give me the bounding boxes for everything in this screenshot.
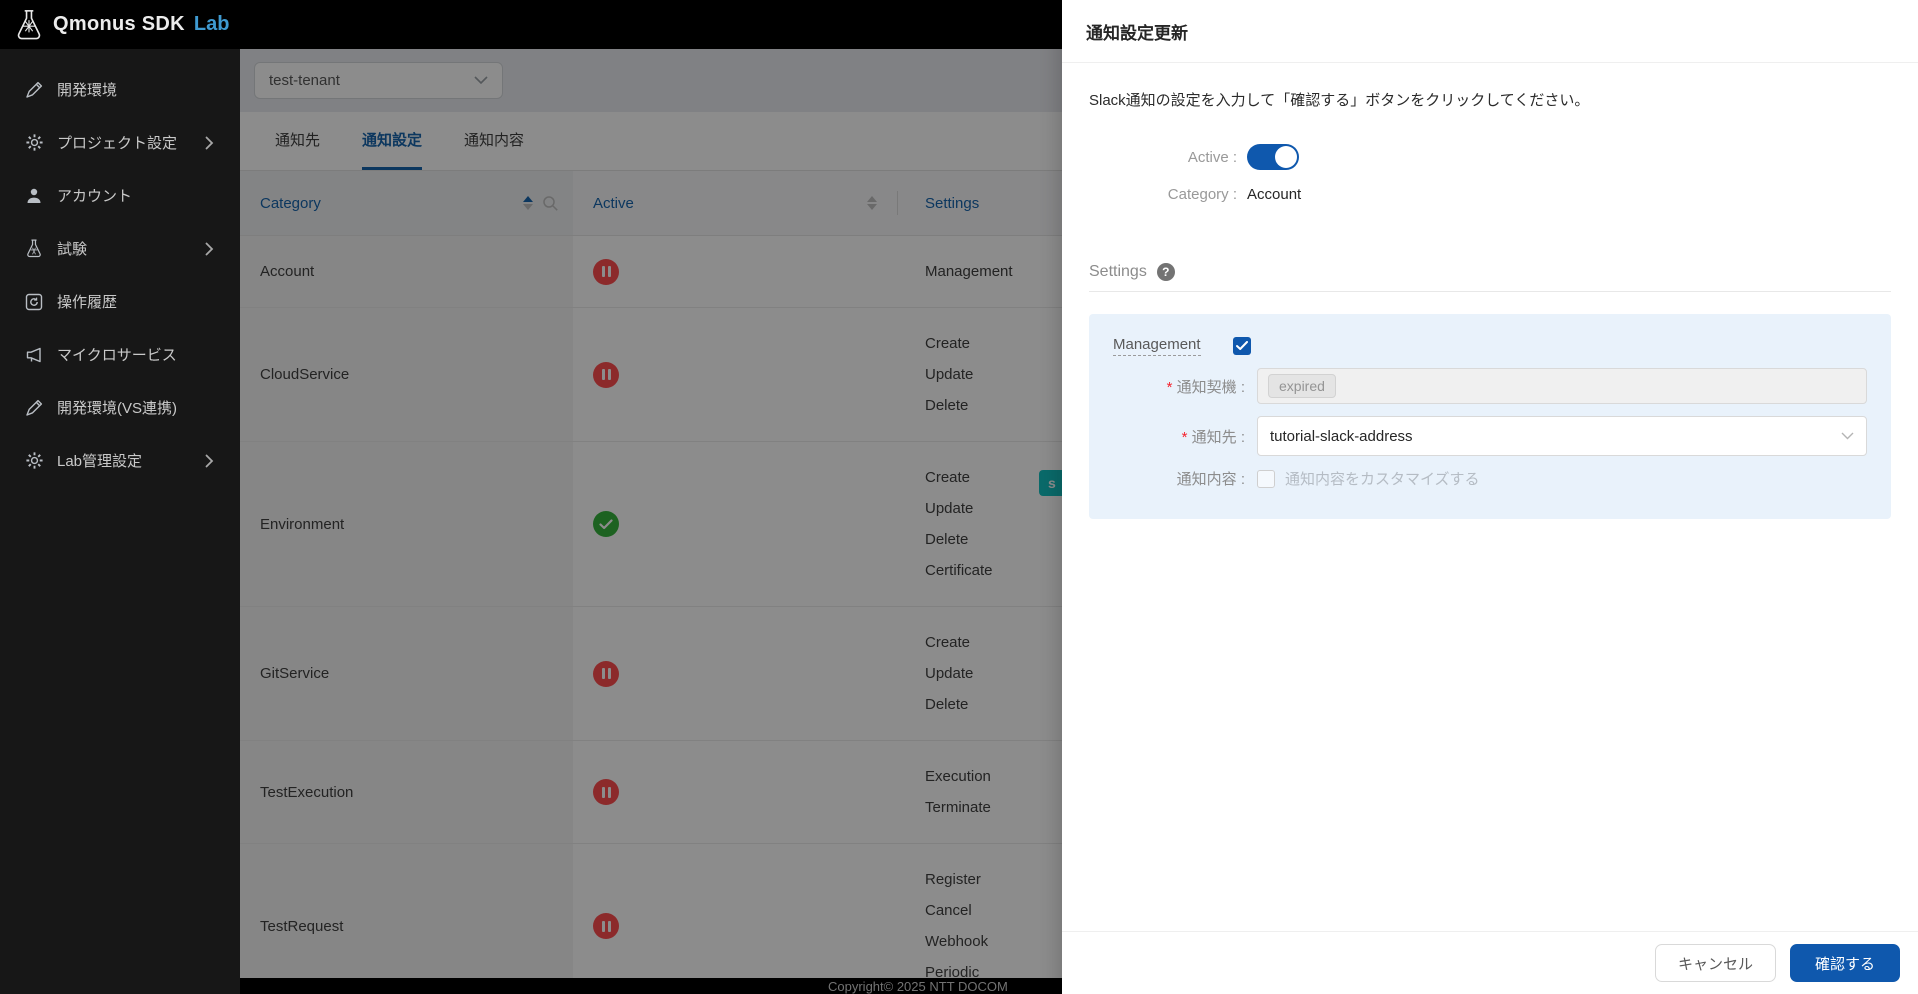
flask-icon — [24, 239, 44, 259]
sidebar-item-2[interactable]: アカウント — [0, 169, 240, 222]
destination-field-row: 通知先 : tutorial-slack-address — [1113, 416, 1867, 456]
sidebar: Qmonus SDK Lab 開発環境プロジェクト設定 アカウント試験操作履歴マイ… — [0, 0, 240, 994]
notification-update-drawer: 通知設定更新 Slack通知の設定を入力して「確認する」ボタンをクリックしてくだ… — [1062, 0, 1918, 994]
toggle-knob — [1275, 146, 1297, 168]
sidebar-item-label: 開発環境 — [57, 82, 118, 99]
gear-icon — [24, 133, 44, 153]
trigger-tag: expired — [1268, 374, 1336, 398]
sidebar-item-label: マイクロサービス — [57, 347, 177, 364]
active-label: Active : — [1187, 148, 1237, 166]
sidebar-item-1[interactable]: プロジェクト設定 — [0, 116, 240, 169]
settings-section-heading: Settings ? — [1089, 263, 1891, 281]
settings-form-box: Management 通知契機 : expired 通知先 : tutorial… — [1089, 314, 1891, 519]
management-checkbox[interactable] — [1232, 337, 1251, 355]
destination-select-value: tutorial-slack-address — [1270, 427, 1413, 445]
sidebar-item-3[interactable]: 試験 — [0, 222, 240, 275]
trigger-input-disabled: expired — [1257, 368, 1867, 404]
user-icon — [24, 186, 44, 206]
drawer-footer: キャンセル 確認する — [1062, 931, 1918, 994]
sidebar-item-7[interactable]: Lab管理設定 — [0, 434, 240, 487]
sidebar-item-4[interactable]: 操作履歴 — [0, 275, 240, 328]
megaphone-icon — [24, 345, 44, 365]
chevron-right-icon — [205, 242, 214, 256]
category-value: Account — [1247, 186, 1302, 203]
drawer-title: 通知設定更新 — [1086, 23, 1188, 43]
management-label: Management — [1113, 336, 1201, 356]
drawer-description: Slack通知の設定を入力して「確認する」ボタンをクリックしてください。 — [1089, 92, 1590, 109]
sidebar-menu: 開発環境プロジェクト設定 アカウント試験操作履歴マイクロサービス 開発環境(VS連携… — [0, 49, 240, 487]
settings-heading-text: Settings — [1089, 263, 1147, 280]
cancel-button[interactable]: キャンセル — [1654, 944, 1776, 982]
gear-icon — [24, 451, 44, 471]
drawer-header: 通知設定更新 — [1062, 0, 1918, 63]
pen-icon — [24, 80, 44, 100]
sidebar-item-label: Lab管理設定 — [57, 453, 143, 470]
pen-icon — [24, 398, 44, 418]
app-logo[interactable]: Qmonus SDK Lab — [0, 0, 240, 49]
active-field-row: Active : — [1089, 144, 1891, 170]
management-row: Management — [1113, 336, 1867, 356]
check-icon — [1235, 341, 1248, 350]
category-label: Category : — [1167, 186, 1237, 203]
history-icon — [24, 292, 44, 312]
category-field-row: Category : Account — [1089, 186, 1891, 203]
sidebar-item-5[interactable]: マイクロサービス — [0, 328, 240, 381]
sidebar-item-label: プロジェクト設定 — [57, 135, 178, 152]
trigger-field-row: 通知契機 : expired — [1113, 368, 1867, 404]
confirm-button[interactable]: 確認する — [1789, 944, 1900, 982]
chevron-right-icon — [205, 136, 214, 150]
active-toggle[interactable] — [1247, 144, 1299, 170]
customize-checkbox-label: 通知内容をカスタマイズする — [1285, 471, 1480, 488]
settings-divider — [1089, 291, 1891, 292]
sidebar-item-label: アカウント — [57, 188, 133, 205]
trigger-label: 通知契機 : — [1113, 376, 1245, 397]
drawer-body: Slack通知の設定を入力して「確認する」ボタンをクリックしてください。 Act… — [1062, 63, 1918, 931]
customize-checkbox-disabled — [1257, 469, 1275, 488]
destination-select[interactable]: tutorial-slack-address — [1257, 416, 1867, 456]
content-field-row: 通知内容 : 通知内容をカスタマイズする — [1113, 468, 1867, 489]
sidebar-item-label: 操作履歴 — [57, 294, 118, 311]
chevron-right-icon — [205, 454, 214, 468]
content-checkbox-group: 通知内容をカスタマイズする — [1257, 468, 1867, 489]
sidebar-item-0[interactable]: 開発環境 — [0, 63, 240, 116]
sidebar-item-label: 開発環境(VS連携) — [57, 400, 178, 417]
brand-name: Qmonus SDK — [53, 13, 185, 35]
sidebar-item-6[interactable]: 開発環境(VS連携) — [0, 381, 240, 434]
destination-label: 通知先 : — [1113, 426, 1245, 447]
flask-logo-icon — [17, 9, 41, 39]
help-icon[interactable]: ? — [1156, 263, 1175, 281]
sidebar-item-label: 試験 — [57, 241, 88, 258]
chevron-down-icon — [1841, 432, 1854, 440]
brand-accent: Lab — [193, 13, 230, 35]
content-label: 通知内容 : — [1176, 471, 1245, 488]
